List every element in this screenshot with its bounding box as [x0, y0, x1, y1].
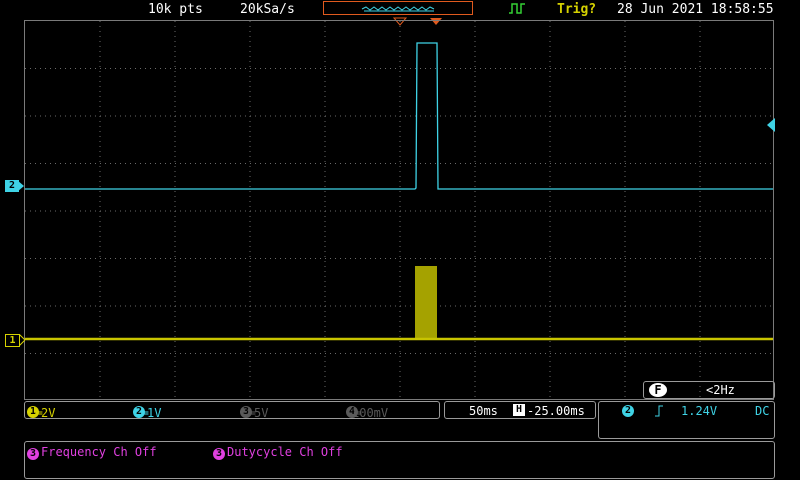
sample-rate: 20kSa/s — [240, 2, 295, 17]
ch1-marker-arrow-icon — [19, 334, 25, 347]
memory-overview-bar[interactable] — [323, 1, 473, 15]
meas2-text: Dutycycle Ch Off — [227, 445, 343, 459]
ch2-marker-arrow-icon — [17, 180, 24, 192]
frequency-counter: F <2Hz — [643, 381, 775, 399]
measurement-dutycycle[interactable]: 3 Dutycycle Ch Off — [213, 445, 343, 460]
measurement-panel: 3 Frequency Ch Off 3 Dutycycle Ch Off — [24, 441, 775, 479]
graticule — [25, 21, 773, 399]
channel-scale-bar: 1 ═ 2V 2 ═ 1V 3 ═ 5V 4 ═ 100mV — [24, 401, 440, 420]
meas2-source-icon: 3 — [213, 448, 225, 460]
horizontal-position-icon: H — [513, 404, 525, 416]
rising-edge-icon — [655, 405, 663, 417]
timebase-scale: 50ms — [469, 404, 498, 418]
record-length: 10k pts — [148, 2, 203, 17]
ch3-scale: 5V — [254, 406, 269, 420]
timebase-position: -25.00ms — [527, 404, 585, 418]
ch1-scale: 2V — [41, 406, 56, 420]
waveform-grid[interactable] — [24, 20, 774, 400]
ch4-scale: 100mV — [352, 406, 389, 420]
trigger-level: 1.24V — [681, 404, 718, 418]
meas1-text: Frequency Ch Off — [41, 445, 157, 459]
frequency-badge-icon: F — [649, 383, 667, 397]
meas1-source-icon: 3 — [27, 448, 39, 460]
ch1-ground-marker[interactable]: 1 — [5, 334, 20, 347]
measurement-frequency[interactable]: 3 Frequency Ch Off — [27, 445, 157, 460]
trigger-source-icon: 2 — [622, 405, 634, 417]
waveform-overview-icon — [361, 6, 435, 12]
trigger-coupling: DC — [755, 404, 770, 418]
trigger-status: Trig? — [557, 2, 597, 17]
timebase-panel[interactable]: 50ms H -25.00ms — [444, 401, 596, 419]
frequency-value: <2Hz — [706, 383, 735, 397]
trigger-level-marker-icon[interactable] — [767, 118, 775, 132]
ch2-scale: 1V — [147, 406, 162, 420]
trigger-edge-icon — [509, 3, 525, 14]
trigger-panel[interactable]: 2 1.24V DC — [598, 401, 775, 439]
datetime: 28 Jun 2021 18:58:55 — [617, 2, 774, 17]
